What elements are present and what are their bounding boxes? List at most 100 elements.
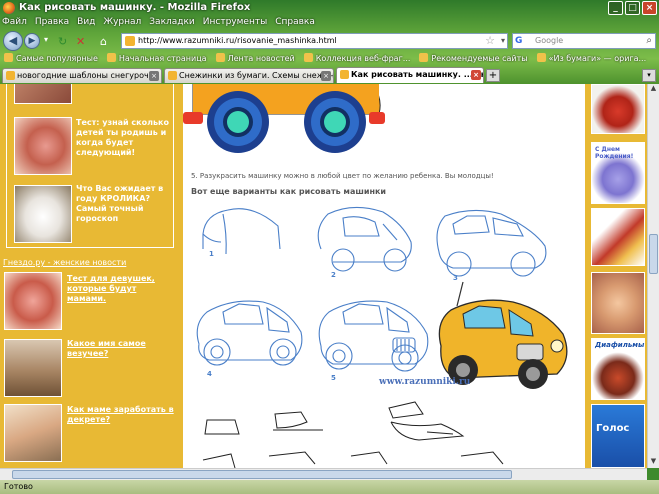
tab-draw-car[interactable]: Как рисовать машинку. ...жною ё... × xyxy=(336,67,484,83)
bookmark-label: Лента новостей xyxy=(227,54,295,63)
maximize-button[interactable]: □ xyxy=(625,1,640,15)
new-tab-button[interactable]: + xyxy=(486,69,500,82)
teaser-link-2[interactable]: Что Вас ожидает в году КРОЛИКА? Самый то… xyxy=(76,184,176,224)
vertical-scroll-thumb[interactable] xyxy=(649,234,658,274)
bookmark-label: Рекомендуемые сайты xyxy=(431,54,528,63)
tab-close-icon[interactable]: × xyxy=(149,71,159,81)
stop-icon[interactable]: ✕ xyxy=(76,35,85,48)
news-image-1[interactable] xyxy=(4,272,62,330)
home-icon[interactable]: ⌂ xyxy=(100,35,107,48)
status-bar: Готово xyxy=(0,480,659,494)
site-watermark: www.razumniki.ru xyxy=(378,377,471,387)
menu-view[interactable]: Вид xyxy=(77,17,95,30)
menu-edit[interactable]: Правка xyxy=(35,17,69,30)
bookmark-item[interactable]: «Из бумаги» — орига... xyxy=(536,53,646,67)
tab-close-icon[interactable]: × xyxy=(471,70,481,80)
tab-strip: новогодние шаблоны снегурочки из ... × С… xyxy=(0,67,659,84)
scroll-up-icon[interactable]: ▲ xyxy=(648,84,659,95)
bookmark-item[interactable]: Рекомендуемые сайты xyxy=(419,53,528,67)
bookmark-icon xyxy=(419,53,429,62)
bookmark-item[interactable]: Коллекция веб-фраг... xyxy=(303,53,411,67)
scroll-down-icon[interactable]: ▼ xyxy=(648,457,659,468)
colored-car-image xyxy=(183,84,385,153)
menu-file[interactable]: Файл xyxy=(2,17,27,30)
url-dropdown-icon[interactable]: ▾ xyxy=(501,34,505,48)
news-link-2[interactable]: Какое имя самое везучее? xyxy=(67,339,177,359)
bookmark-star-icon[interactable]: ☆ xyxy=(485,34,495,48)
firefox-icon xyxy=(3,2,15,14)
bookmark-icon xyxy=(303,53,313,62)
bookmark-label: Самые популярные xyxy=(16,54,98,63)
history-dropdown-icon[interactable]: ▾ xyxy=(44,35,48,44)
teaser-image[interactable] xyxy=(14,84,72,104)
sketch-step-1 xyxy=(202,208,281,255)
menu-bookmarks[interactable]: Закладки xyxy=(149,17,195,30)
menu-tools[interactable]: Инструменты xyxy=(203,17,267,30)
voice-caption: Голос xyxy=(596,423,630,434)
news-link-1[interactable]: Тест для девушек, которые будут мамами. xyxy=(67,274,177,304)
step-5-text: 5. Разукрасить машинку можно в любой цве… xyxy=(191,172,494,180)
rabbit-image[interactable] xyxy=(14,185,72,243)
tab-snowflakes[interactable]: Снежинки из бумаги. Схемы снежинок... × xyxy=(164,68,334,83)
right-sidebar: С Днем Рождения! Диафильмы Голос xyxy=(585,84,647,468)
bookmark-icon xyxy=(536,53,546,62)
bookmark-label: Начальная страница xyxy=(118,54,207,63)
line-sketches xyxy=(202,401,504,468)
sketch-step-4 xyxy=(196,300,303,366)
bookmark-item[interactable]: Лента новостей xyxy=(215,53,295,67)
step-number: 4 xyxy=(207,370,212,378)
vertical-scrollbar[interactable]: ▲ ▼ xyxy=(647,84,659,468)
step-number: 2 xyxy=(331,271,336,279)
horizontal-scroll-thumb[interactable] xyxy=(12,470,512,479)
search-box[interactable]: G Google ⌕ xyxy=(512,33,656,49)
fetus-image[interactable] xyxy=(14,117,72,175)
sketch-step-5 xyxy=(318,300,429,372)
navigation-toolbar: ◀ ▶ ▾ ↻ ✕ ⌂ http://www.razumniki.ru/riso… xyxy=(0,30,659,52)
sketch-step-2 xyxy=(317,206,412,272)
minimize-button[interactable]: _ xyxy=(608,1,623,15)
title-bar: Как рисовать машинку. - Mozilla Firefox … xyxy=(0,0,659,17)
tab-close-icon[interactable]: × xyxy=(321,71,331,81)
bookmark-icon xyxy=(4,53,13,62)
filmstrip-card[interactable]: Диафильмы xyxy=(591,338,645,400)
menu-bar: Файл Правка Вид Журнал Закладки Инструме… xyxy=(2,17,315,30)
step-number: 5 xyxy=(331,374,336,382)
menu-help[interactable]: Справка xyxy=(275,17,315,30)
tab-templates[interactable]: новогодние шаблоны снегурочки из ... × xyxy=(2,68,162,83)
google-icon[interactable]: G xyxy=(515,35,527,47)
window-controls: _ □ × xyxy=(608,1,657,15)
step-number: 1 xyxy=(209,250,214,258)
menu-history[interactable]: Журнал xyxy=(103,17,141,30)
tab-label: Как рисовать машинку. ...жною ё... xyxy=(351,70,483,79)
tab-list-button[interactable]: ▾ xyxy=(642,69,656,82)
baby-card[interactable] xyxy=(591,272,645,334)
horizontal-scrollbar[interactable] xyxy=(0,468,647,480)
gnezdo-link[interactable]: Гнездо.ру - женские новости xyxy=(3,258,126,267)
bookmark-icon xyxy=(215,53,225,62)
news-link-3[interactable]: Как маме заработать в декрете? xyxy=(67,405,177,425)
filmstrip-caption: Диафильмы xyxy=(595,341,645,349)
browser-chrome: Как рисовать машинку. - Mozilla Firefox … xyxy=(0,0,659,84)
news-image-3[interactable] xyxy=(4,404,62,462)
bookmarks-toolbar: Самые популярные Начальная страница Лент… xyxy=(0,53,659,67)
bookmark-item[interactable]: Начальная страница xyxy=(106,53,207,67)
gnome-card[interactable] xyxy=(591,84,645,134)
voice-card[interactable]: Голос xyxy=(591,404,645,468)
forward-button[interactable]: ▶ xyxy=(24,33,40,49)
step-number-labels: 1 2 3 4 5 xyxy=(207,250,458,382)
feather-card[interactable] xyxy=(591,208,645,266)
bookmark-label: Коллекция веб-фраг... xyxy=(315,54,411,63)
close-button[interactable]: × xyxy=(642,1,657,15)
reload-icon[interactable]: ↻ xyxy=(58,35,67,48)
search-icon[interactable]: ⌕ xyxy=(646,34,652,48)
bookmark-item[interactable]: Самые популярные xyxy=(4,53,98,67)
teaser-link-1[interactable]: Тест: узнай сколько детей ты родишь и ко… xyxy=(76,118,176,158)
tab-label: новогодние шаблоны снегурочки из ... xyxy=(17,71,161,80)
tab-favicon xyxy=(6,71,15,80)
window-title: Как рисовать машинку. - Mozilla Firefox xyxy=(19,2,251,13)
birthday-card[interactable]: С Днем Рождения! xyxy=(591,142,645,204)
back-button[interactable]: ◀ xyxy=(3,31,23,51)
address-bar[interactable]: http://www.razumniki.ru/risovanie_mashin… xyxy=(121,33,508,49)
news-image-2[interactable] xyxy=(4,339,62,397)
search-placeholder: Google xyxy=(535,36,564,45)
